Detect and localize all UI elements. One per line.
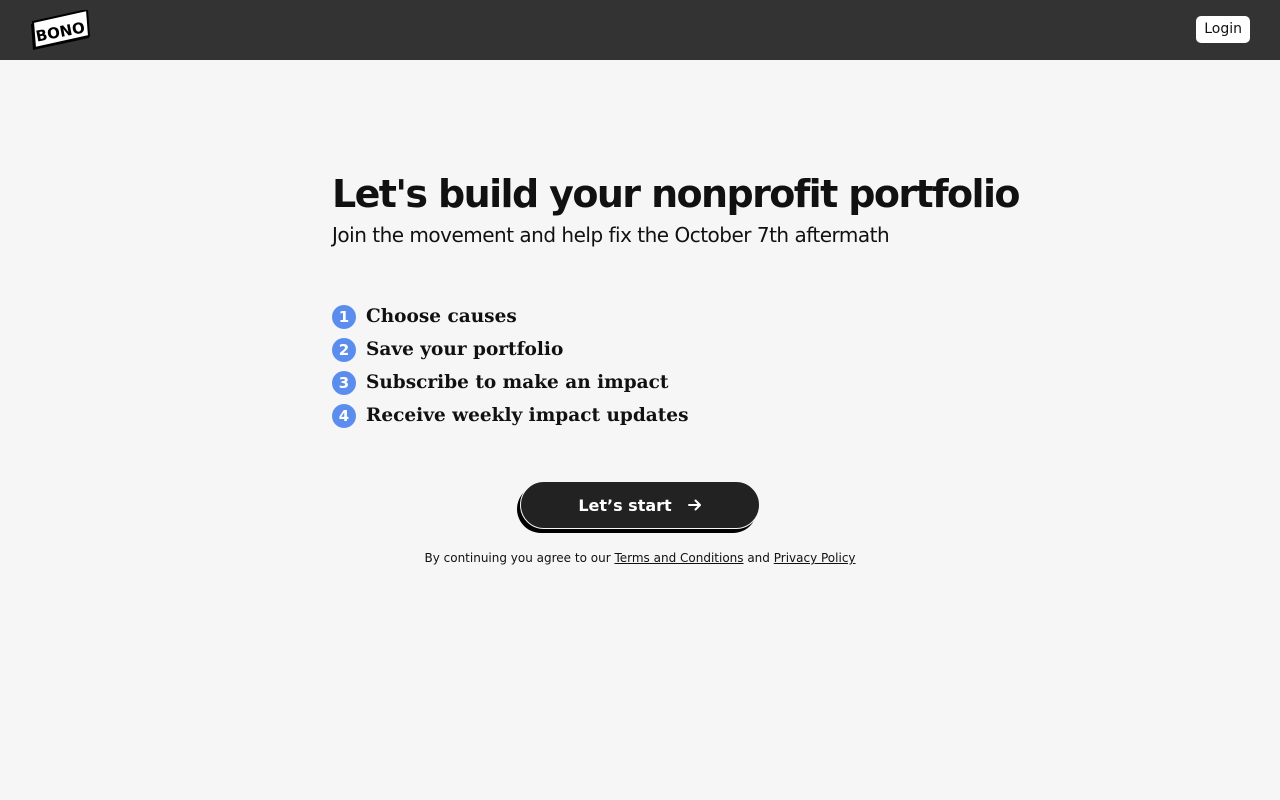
step-number-badge: 3 — [332, 370, 356, 395]
step-label: Choose causes — [366, 306, 517, 327]
step-item: 4 Receive weekly impact updates — [332, 399, 972, 432]
step-number-badge: 1 — [332, 304, 356, 329]
page-subtitle: Join the movement and help fix the Octob… — [332, 223, 890, 247]
step-item: 2 Save your portfolio — [332, 333, 972, 366]
top-bar: BONO Login — [0, 0, 1280, 60]
login-button[interactable]: Login — [1196, 16, 1250, 43]
legal-notice: By continuing you agree to our Terms and… — [0, 551, 1280, 565]
steps-list: 1 Choose causes 2 Save your portfolio 3 … — [332, 300, 972, 432]
start-button-label: Let’s start — [578, 495, 672, 515]
arrow-right-icon — [687, 498, 702, 512]
step-label: Save your portfolio — [366, 339, 564, 360]
step-label: Subscribe to make an impact — [366, 372, 669, 393]
step-item: 3 Subscribe to make an impact — [332, 366, 972, 399]
start-button-wrapper: Let’s start — [517, 481, 761, 533]
legal-prefix: By continuing you agree to our — [424, 551, 615, 565]
legal-conjunction: and — [743, 551, 774, 565]
terms-link[interactable]: Terms and Conditions — [614, 551, 743, 565]
main-content: Let's build your nonprofit portfolio Joi… — [332, 168, 1020, 432]
step-item: 1 Choose causes — [332, 300, 972, 333]
privacy-link[interactable]: Privacy Policy — [774, 551, 856, 565]
step-number-badge: 4 — [332, 403, 356, 428]
step-number-badge: 2 — [332, 337, 356, 362]
page-title: Let's build your nonprofit portfolio — [332, 172, 1020, 216]
lets-start-button[interactable]: Let’s start — [520, 481, 760, 529]
step-label: Receive weekly impact updates — [366, 405, 689, 426]
bono-logo[interactable]: BONO — [29, 10, 91, 50]
